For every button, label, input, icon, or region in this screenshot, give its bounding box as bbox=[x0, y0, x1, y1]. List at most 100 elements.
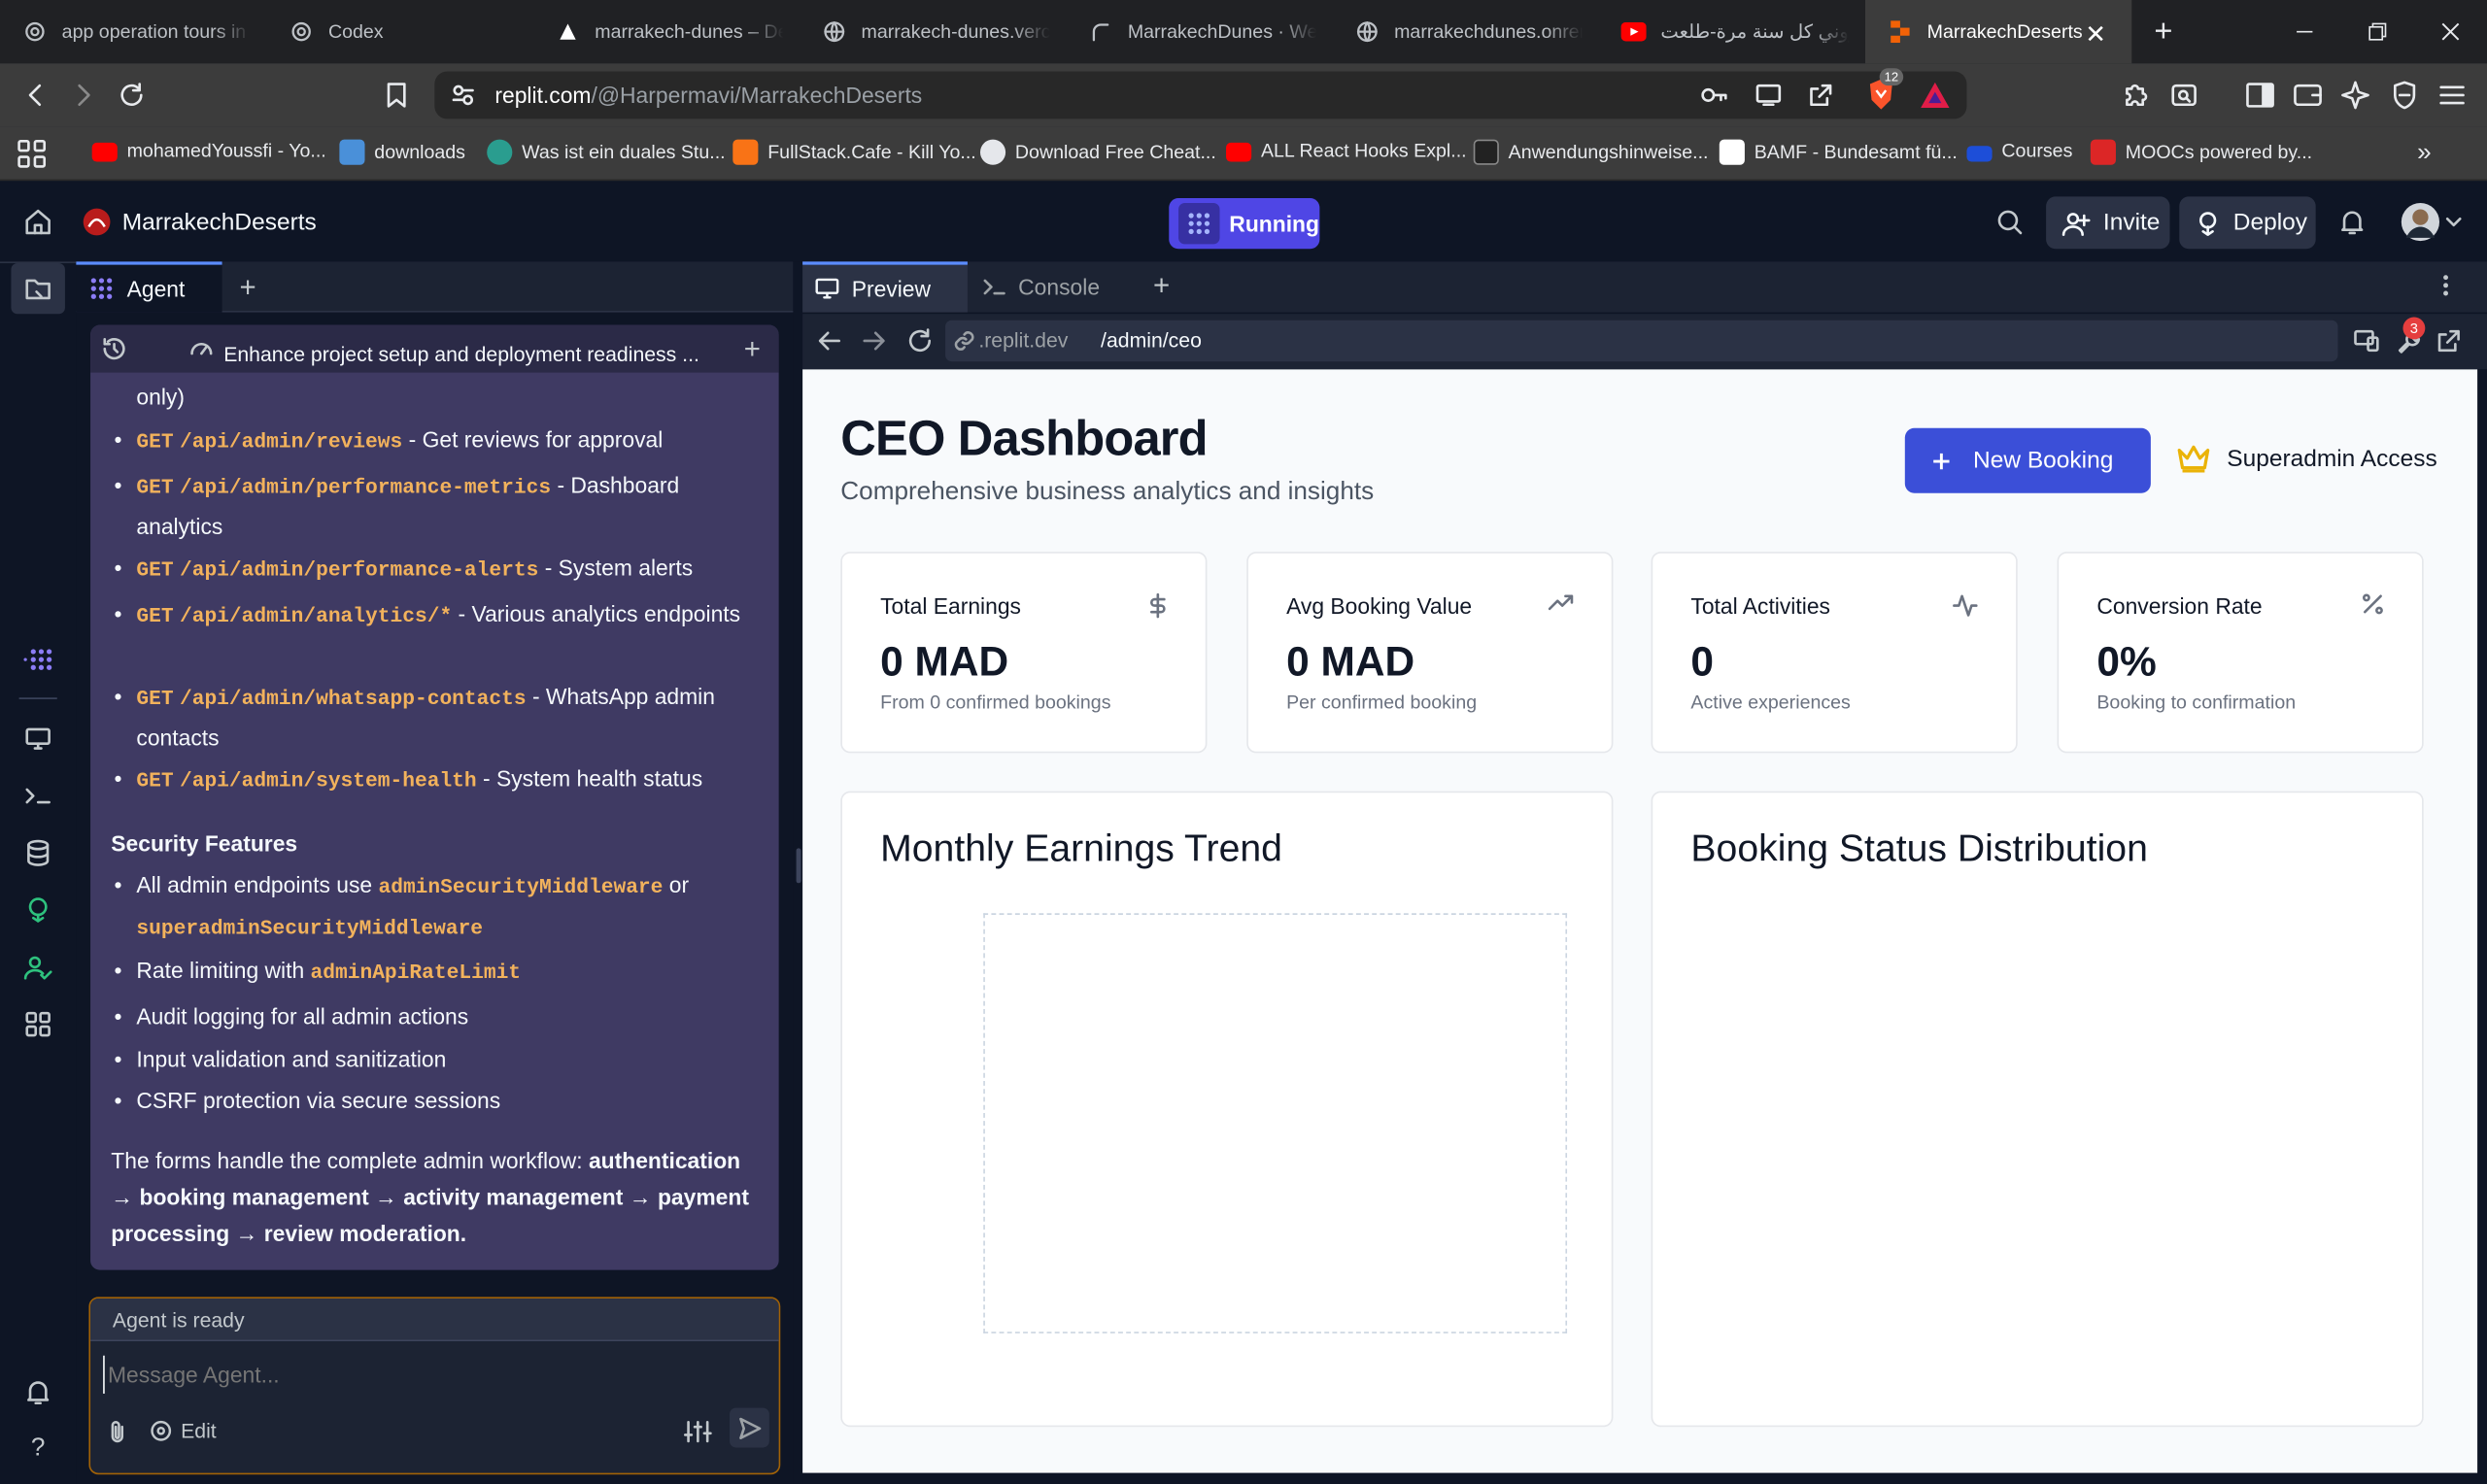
forward-button[interactable] bbox=[58, 71, 106, 118]
bookmark-item[interactable]: FullStack.Cafe - Kill Yo... bbox=[732, 139, 976, 165]
search-icon[interactable] bbox=[1995, 208, 2024, 236]
chat-header: Enhance project setup and deployment rea… bbox=[90, 324, 779, 374]
edit-mode-button[interactable]: Edit bbox=[149, 1419, 217, 1443]
alerts-icon[interactable] bbox=[22, 1376, 54, 1408]
more-options-icon[interactable] bbox=[2442, 273, 2449, 298]
preview-rail-icon[interactable] bbox=[22, 723, 54, 755]
deployments-icon[interactable] bbox=[22, 894, 54, 927]
bookmark-item[interactable]: ALL React Hooks Expl... bbox=[1226, 140, 1467, 162]
reload-icon[interactable] bbox=[907, 328, 933, 354]
tab-title: MarrakechDunes · Web bbox=[1127, 20, 1317, 44]
key-icon[interactable] bbox=[1700, 83, 1728, 108]
settings-sliders-icon[interactable] bbox=[683, 1419, 712, 1444]
tab-title: زوروني كل سنة مرة-طلعت bbox=[1660, 20, 1849, 44]
leo-ai-icon[interactable] bbox=[2332, 71, 2379, 118]
site-settings-icon[interactable] bbox=[451, 83, 476, 108]
reload-button[interactable] bbox=[108, 71, 155, 118]
tab-preview[interactable]: Preview bbox=[802, 261, 968, 313]
bookmark-item[interactable]: Download Free Cheat... bbox=[979, 139, 1216, 165]
browser-tab[interactable]: marrakech-dunes – Depl bbox=[533, 0, 800, 63]
message-input[interactable] bbox=[103, 1355, 767, 1394]
tab-console[interactable]: Console bbox=[971, 261, 1136, 312]
project-name[interactable]: MarrakechDeserts bbox=[122, 209, 317, 236]
agent-status: Agent is ready bbox=[90, 1298, 779, 1342]
devices-icon[interactable] bbox=[2354, 329, 2379, 353]
target-icon bbox=[149, 1419, 172, 1442]
menu-icon[interactable] bbox=[2429, 71, 2476, 118]
apps-grid-icon[interactable] bbox=[17, 139, 47, 168]
notification-bell-icon[interactable] bbox=[2338, 208, 2367, 236]
open-new-window-icon[interactable] bbox=[2437, 329, 2460, 353]
new-chat-button[interactable]: + bbox=[744, 330, 761, 368]
extensions-icon[interactable] bbox=[2113, 71, 2161, 118]
more-bookmarks-icon[interactable]: » bbox=[2417, 140, 2432, 168]
bookmark-item[interactable]: BAMF - Bundesamt fü... bbox=[1719, 139, 1958, 165]
history-icon[interactable] bbox=[101, 336, 126, 361]
close-window-button[interactable] bbox=[2414, 0, 2487, 63]
close-tab-icon[interactable]: ✕ bbox=[2085, 19, 2106, 51]
bookmark-icon[interactable] bbox=[373, 71, 421, 118]
bookmark-item[interactable]: Was ist ein duales Stu... bbox=[487, 139, 726, 165]
agent-rail-icon[interactable] bbox=[22, 644, 54, 676]
browser-tab[interactable]: Codex bbox=[266, 0, 532, 63]
brave-rewards-icon[interactable] bbox=[1920, 81, 1952, 109]
deploy-button[interactable]: Deploy bbox=[2179, 196, 2316, 250]
user-avatar[interactable] bbox=[2400, 201, 2440, 242]
youtube-icon bbox=[91, 142, 118, 162]
send-button[interactable] bbox=[730, 1407, 769, 1448]
restore-button[interactable] bbox=[2341, 0, 2414, 63]
back-button[interactable] bbox=[13, 71, 60, 118]
browser-tab[interactable]: MarrakechDunes · Web bbox=[1066, 0, 1332, 63]
summary-text: The forms handle the complete admin work… bbox=[111, 1147, 749, 1247]
back-arrow-icon[interactable] bbox=[818, 330, 840, 353]
database-icon[interactable] bbox=[22, 837, 54, 869]
minimize-button[interactable] bbox=[2268, 0, 2341, 63]
bookmark-item[interactable]: MOOCs powered by... bbox=[2090, 139, 2312, 165]
trending-up-icon bbox=[1548, 593, 1574, 613]
wallet-icon[interactable] bbox=[2284, 71, 2332, 118]
thread-title[interactable]: Enhance project setup and deployment rea… bbox=[223, 336, 699, 374]
cast-icon[interactable] bbox=[1755, 83, 1783, 108]
share-icon[interactable] bbox=[1808, 83, 1833, 108]
forward-arrow-icon[interactable] bbox=[863, 330, 885, 353]
plus-icon bbox=[1932, 451, 1952, 470]
panel-resize-handle[interactable] bbox=[796, 848, 801, 884]
new-tab-button[interactable]: + bbox=[2131, 0, 2195, 63]
bookmark-item[interactable]: Courses bbox=[1966, 140, 2072, 162]
bookmark-item[interactable]: mohamedYoussfi - Yo... bbox=[91, 140, 326, 162]
browser-tab[interactable]: marrakech-dunes.vercel bbox=[800, 0, 1066, 63]
stat-value: 0 MAD bbox=[1286, 637, 1415, 686]
add-tab-button[interactable]: + bbox=[1153, 270, 1170, 303]
browser-tab[interactable]: marrakechdunes.onrend bbox=[1332, 0, 1598, 63]
run-button[interactable]: Running bbox=[1169, 198, 1320, 250]
new-booking-button[interactable]: New Booking bbox=[1904, 427, 2151, 493]
home-icon[interactable] bbox=[23, 208, 51, 236]
superadmin-badge: Superadmin Access bbox=[2176, 442, 2437, 474]
vpn-shield-icon[interactable] bbox=[2381, 71, 2429, 118]
render-icon bbox=[1088, 19, 1113, 45]
bookmark-item[interactable]: Anwendungshinweise... bbox=[1473, 139, 1709, 165]
page-subtitle: Comprehensive business analytics and ins… bbox=[840, 479, 1375, 506]
wallet-search-icon[interactable] bbox=[2161, 71, 2208, 118]
address-bar[interactable]: replit.com/@Harpermavi/MarrakechDeserts … bbox=[434, 68, 1967, 119]
browser-tab-active[interactable]: MarrakechDeserts ✕ bbox=[1864, 0, 2132, 64]
preview-scrollbar[interactable] bbox=[2477, 369, 2487, 1473]
attach-icon[interactable] bbox=[106, 1419, 128, 1444]
preview-url-field[interactable]: .replit.dev /admin/ceo bbox=[945, 320, 2338, 362]
browser-tab[interactable]: app operation tours in m bbox=[0, 0, 266, 63]
files-icon[interactable] bbox=[22, 273, 54, 305]
tab-title: app operation tours in m bbox=[61, 20, 251, 44]
site-icon bbox=[2090, 139, 2116, 165]
help-icon[interactable]: ? bbox=[22, 1433, 54, 1466]
invite-button[interactable]: Invite bbox=[2046, 196, 2170, 250]
sidebar-toggle-icon[interactable] bbox=[2236, 71, 2284, 118]
tab-agent[interactable]: Agent bbox=[76, 261, 222, 313]
agent-icon bbox=[88, 276, 114, 301]
browser-tab[interactable]: زوروني كل سنة مرة-طلعت bbox=[1599, 0, 1865, 63]
console-rail-icon[interactable] bbox=[22, 780, 54, 812]
add-tab-button[interactable]: + bbox=[240, 271, 256, 304]
all-tools-icon[interactable] bbox=[22, 1008, 54, 1040]
chevron-down-icon[interactable] bbox=[2445, 216, 2462, 228]
users-auth-icon[interactable] bbox=[22, 951, 54, 983]
bookmark-item[interactable]: downloads bbox=[339, 139, 465, 165]
